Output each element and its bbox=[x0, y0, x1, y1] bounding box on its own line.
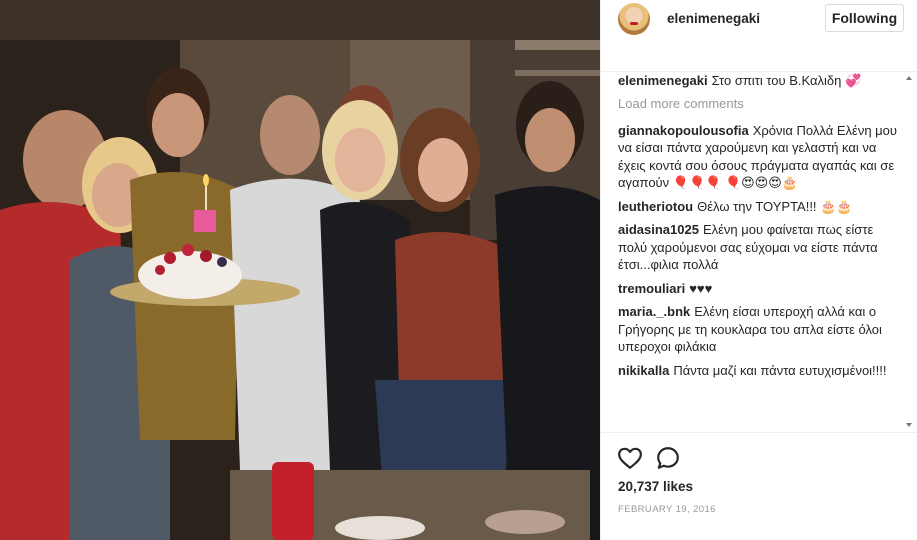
comment-item: tremouliari ♥♥♥ bbox=[618, 280, 904, 298]
post-date[interactable]: FEBRUARY 19, 2016 bbox=[618, 504, 716, 515]
following-button[interactable]: Following bbox=[825, 4, 904, 32]
comment-username[interactable]: maria._.bnk bbox=[618, 304, 690, 319]
comment-text: ♥♥♥ bbox=[689, 280, 713, 296]
speech-bubble-icon[interactable] bbox=[655, 445, 681, 471]
comment-item: nikikalla Πάντα μαζί και πάντα ευτυχισμέν… bbox=[618, 362, 904, 380]
likes-count[interactable]: 20,737 likes bbox=[618, 479, 693, 494]
heart-outline-icon[interactable] bbox=[617, 445, 643, 471]
author-avatar[interactable] bbox=[618, 3, 650, 35]
load-more-comments-button[interactable]: Load more comments bbox=[618, 96, 904, 112]
caption-username[interactable]: elenimenegaki bbox=[618, 73, 708, 88]
comments-list[interactable]: elenimenegaki Στο σπιτι του Β.Καλιδη 💞 Lo… bbox=[601, 72, 917, 434]
post-sidebar: elenimenegaki Following elenimenegaki Στο… bbox=[600, 0, 917, 540]
comment-item: maria._.bnk Ελένη είσαι υπεροχή αλλά και … bbox=[618, 303, 904, 356]
comment-username[interactable]: giannakopoulousofia bbox=[618, 123, 749, 138]
comment-text: Θέλω την ΤΟΥΡΤΑ!!! 🎂🎂 bbox=[697, 198, 853, 214]
comment-item: giannakopoulousofia Χρόνια Πολλά Ελένη μο… bbox=[618, 122, 904, 192]
comment-username[interactable]: leutheriotou bbox=[618, 199, 693, 214]
comment-username[interactable]: nikikalla bbox=[618, 363, 669, 378]
post-caption: elenimenegaki Στο σπιτι του Β.Καλιδη 💞 bbox=[618, 72, 904, 90]
party-photo-illustration bbox=[0, 0, 600, 540]
caption-text: Στο σπιτι του Β.Καλιδη 💞 bbox=[711, 73, 862, 88]
scroll-down-arrow-icon[interactable] bbox=[906, 423, 912, 427]
comment-item: leutheriotou Θέλω την ΤΟΥΡΤΑ!!! 🎂🎂 bbox=[618, 198, 904, 216]
comment-item: aidasina1025 Ελένη μου φαίνεται πως είστε… bbox=[618, 221, 904, 274]
comment-text: Πάντα μαζί και πάντα ευτυχισμένοι!!!! bbox=[673, 362, 887, 378]
author-username[interactable]: elenimenegaki bbox=[667, 11, 760, 26]
comment-username[interactable]: tremouliari bbox=[618, 281, 685, 296]
post-header: elenimenegaki Following bbox=[601, 0, 917, 72]
comment-username[interactable]: aidasina1025 bbox=[618, 222, 699, 237]
post-photo[interactable] bbox=[0, 0, 600, 540]
scroll-up-arrow-icon[interactable] bbox=[906, 76, 912, 80]
post-actions: 20,737 likes FEBRUARY 19, 2016 bbox=[601, 432, 917, 540]
